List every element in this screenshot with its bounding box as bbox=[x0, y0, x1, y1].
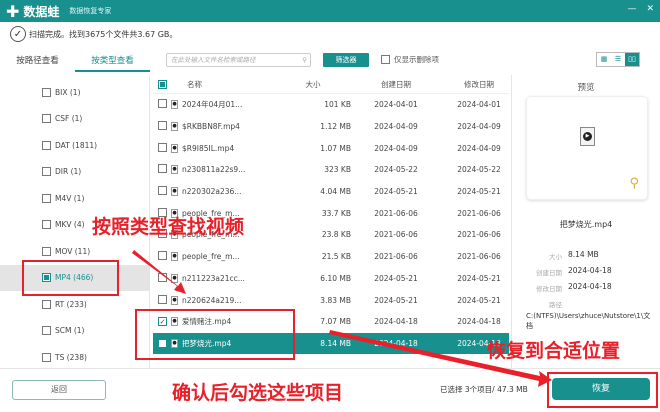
highlight-box-recover bbox=[547, 372, 658, 408]
arrow-to-mp4 bbox=[132, 250, 186, 294]
highlight-box-rows bbox=[135, 309, 295, 360]
highlight-box-mp4 bbox=[22, 260, 119, 296]
annotation-check-items: 确认后勾选这些项目 bbox=[172, 382, 344, 404]
annotation-find-by-type: 按照类型查找视频 bbox=[92, 216, 245, 238]
annotation-recover-location: 恢复到合适位置 bbox=[487, 340, 621, 362]
